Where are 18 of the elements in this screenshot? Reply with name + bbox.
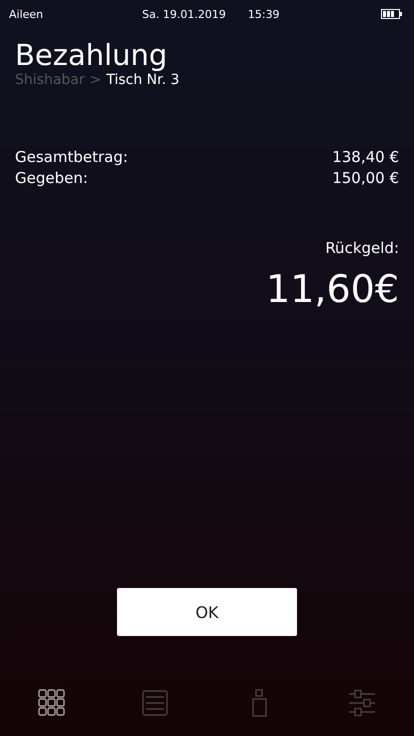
page-title: Bezahlung (15, 38, 168, 72)
summary-label: Gegeben: (15, 169, 88, 187)
list-icon[interactable] (141, 689, 170, 717)
summary-value: 150,00 € (332, 169, 399, 187)
breadcrumb-item[interactable]: > (90, 72, 102, 88)
user-name: Aileen (9, 8, 44, 20)
breadcrumb-current: Tisch Nr. 3 (106, 72, 180, 88)
sliders-icon[interactable] (348, 689, 376, 717)
summary-value: 138,40 € (332, 148, 399, 166)
change-label: Rückgeld: (325, 239, 399, 257)
summary-label: Gesamtbetrag: (15, 148, 128, 166)
breadcrumb-item[interactable]: Shishabar (15, 72, 85, 88)
grid-icon[interactable] (38, 689, 66, 717)
status-date: Sa. 19.01.2019 (142, 8, 226, 20)
ok-button[interactable]: OK (117, 588, 297, 636)
battery-icon (381, 9, 402, 19)
change-amount: 11,60€ (266, 267, 399, 311)
status-time: 15:39 (248, 8, 281, 20)
